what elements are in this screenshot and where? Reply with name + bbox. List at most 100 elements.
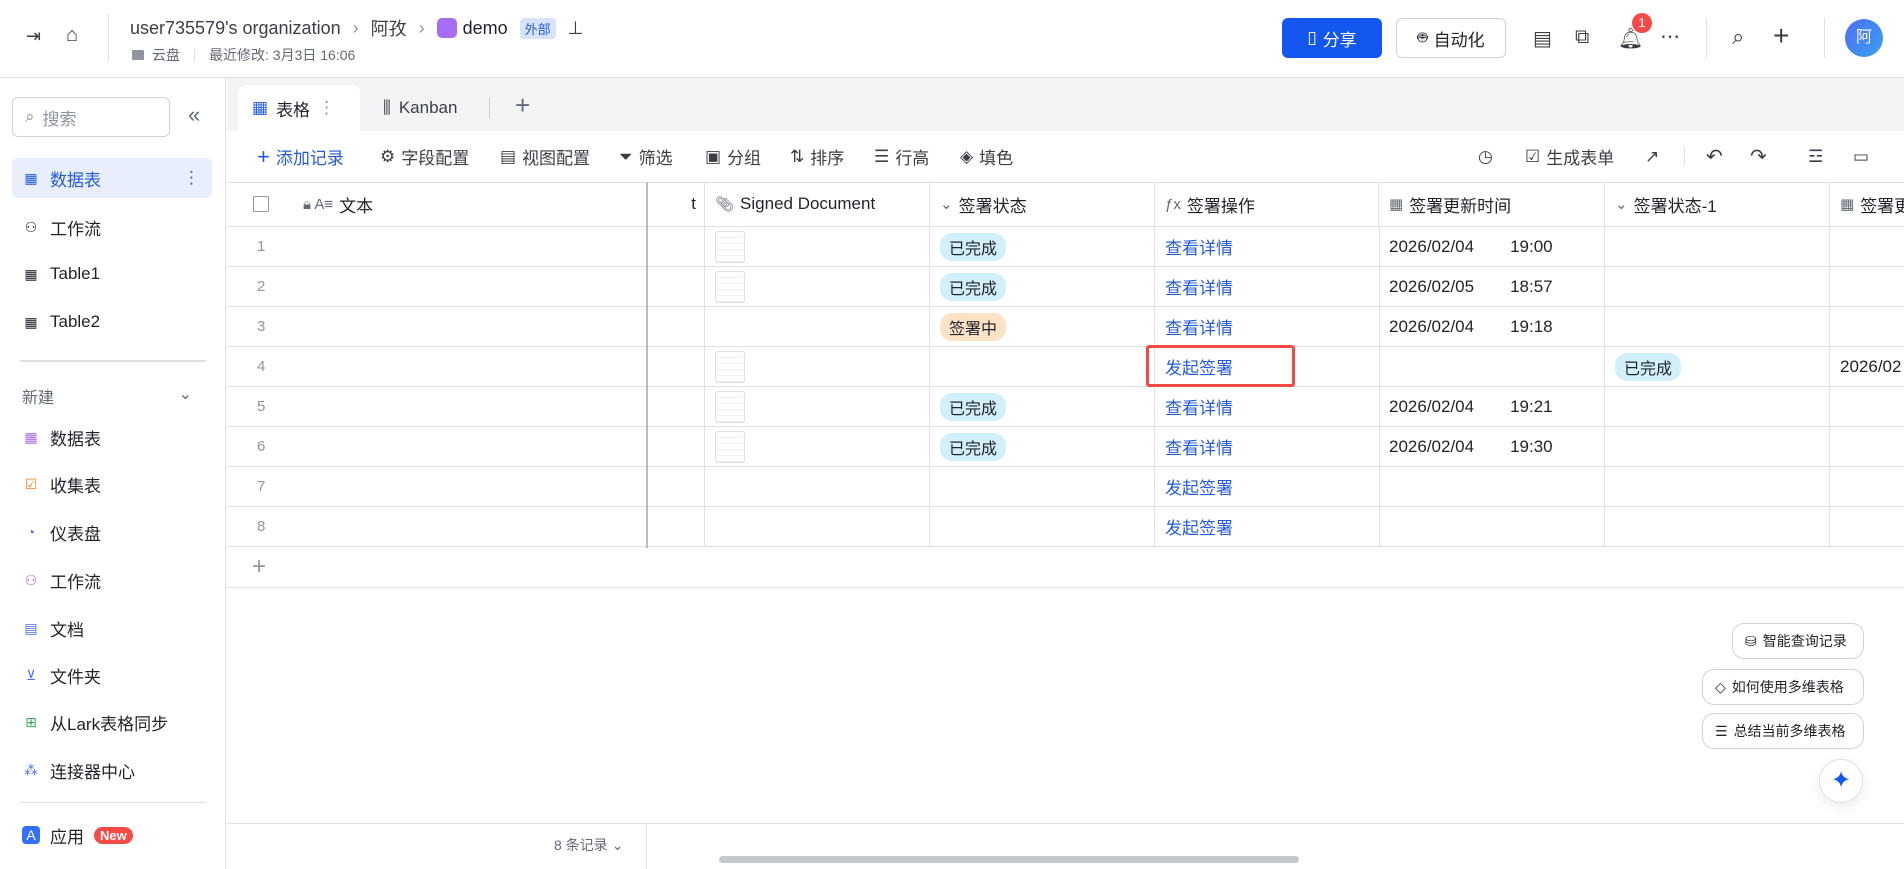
attachment-cell[interactable] <box>705 387 930 427</box>
hidden-col-cell[interactable] <box>647 507 705 547</box>
action-cell[interactable]: 查看详情 <box>1155 307 1380 347</box>
date-cell[interactable] <box>1379 347 1605 387</box>
generate-form-button[interactable]: ☑ 生成表单 <box>1525 131 1614 182</box>
new-folder[interactable]: ⊻ 文件夹 <box>12 655 212 695</box>
action-cell[interactable]: 发起签署 <box>1155 467 1380 507</box>
action-link[interactable]: 查看详情 <box>1165 314 1233 339</box>
hidden-col-cell[interactable] <box>647 467 705 507</box>
hidden-col-cell[interactable] <box>647 427 705 467</box>
tab-kanban[interactable]: ⫼ Kanban <box>383 85 457 131</box>
action-link[interactable]: 查看详情 <box>1165 274 1233 299</box>
search-icon[interactable]: ⌕ <box>1732 24 1744 50</box>
sidebar-item-table2[interactable]: ▦ Table2 <box>12 302 212 342</box>
hidden-col-cell[interactable] <box>647 307 705 347</box>
date2-cell[interactable] <box>1830 227 1904 267</box>
add-record-button[interactable]: + 添加记录 <box>257 131 344 182</box>
new-form[interactable]: ☑ 收集表 <box>12 464 212 504</box>
attachment-cell[interactable] <box>705 267 930 307</box>
sidebar-item-datatable[interactable]: ▦ 数据表 ⋮ <box>12 158 212 198</box>
status1-cell[interactable] <box>1605 227 1830 267</box>
action-cell[interactable]: 发起签署 <box>1155 507 1380 547</box>
column-header[interactable]: ⌄ 签署状态-1 <box>1605 182 1830 227</box>
share-button[interactable]: ▯ 分享 <box>1282 18 1382 58</box>
filter-button[interactable]: ⏷ 筛选 <box>619 131 673 182</box>
permission-lock-icon[interactable]: ▤ <box>1533 26 1552 51</box>
find-button[interactable]: ☲ <box>1808 131 1823 182</box>
date2-cell[interactable] <box>1830 427 1904 467</box>
action-link[interactable]: 发起签署 <box>1165 474 1233 499</box>
column-header[interactable]: ▦ 签署更新时间 <box>1379 182 1605 227</box>
apps-item[interactable]: A 应用 New <box>12 815 212 855</box>
plugin-icon[interactable]: ⧉ <box>1575 26 1589 49</box>
status-cell[interactable] <box>930 347 1155 387</box>
status-cell[interactable] <box>930 507 1155 547</box>
status-cell[interactable]: 已完成 <box>930 267 1155 307</box>
field-config-button[interactable]: ⚙ 字段配置 <box>380 131 469 182</box>
sidebar-item-table1[interactable]: ▦ Table1 <box>12 254 212 294</box>
attachment-cell[interactable] <box>705 227 930 267</box>
column-header[interactable]: ⌄ 签署状态 <box>930 182 1155 227</box>
date2-cell[interactable] <box>1830 467 1904 507</box>
hidden-col-cell[interactable] <box>647 227 705 267</box>
column-header[interactable]: t <box>647 182 705 227</box>
status1-cell[interactable] <box>1605 507 1830 547</box>
action-link[interactable]: 发起签署 <box>1165 514 1233 539</box>
attachment-cell[interactable] <box>705 347 930 387</box>
new-sync-lark-sheet[interactable]: ⊞ 从Lark表格同步 <box>12 702 212 742</box>
more-icon[interactable]: ⋯ <box>1660 24 1680 49</box>
new-doc[interactable]: ▤ 文档 <box>12 608 212 648</box>
sidebar-item-workflow[interactable]: ⚇ 工作流 <box>12 207 212 247</box>
date2-cell[interactable] <box>1830 387 1904 427</box>
date2-cell[interactable] <box>1830 507 1904 547</box>
add-view-icon[interactable]: + <box>515 90 530 121</box>
status1-cell[interactable] <box>1605 267 1830 307</box>
status-cell[interactable]: 已完成 <box>930 427 1155 467</box>
row-height-button[interactable]: ☰ 行高 <box>874 131 929 182</box>
add-row-button[interactable]: + <box>227 548 1904 588</box>
status1-cell[interactable] <box>1605 467 1830 507</box>
date-cell[interactable] <box>1379 507 1605 547</box>
status1-cell[interactable] <box>1605 427 1830 467</box>
attachment-cell[interactable] <box>705 427 930 467</box>
document-thumbnail[interactable] <box>715 430 745 463</box>
column-header[interactable]: ▦ 签署更 <box>1830 182 1904 227</box>
sort-button[interactable]: ⇅ 排序 <box>790 131 844 182</box>
new-datatable[interactable]: ▦ 数据表 <box>12 417 212 457</box>
document-thumbnail[interactable] <box>715 230 745 263</box>
hidden-col-cell[interactable] <box>647 387 705 427</box>
status1-cell[interactable] <box>1605 387 1830 427</box>
doc-title[interactable]: demo <box>463 18 508 39</box>
group-button[interactable]: ▣ 分组 <box>705 131 761 182</box>
new-workflow[interactable]: ⚇ 工作流 <box>12 560 212 600</box>
action-cell[interactable]: 查看详情 <box>1155 427 1380 467</box>
action-link[interactable]: 查看详情 <box>1165 234 1233 259</box>
ai-assistant-button[interactable]: ✦ <box>1819 759 1863 803</box>
automation-button[interactable]: 🤖︎ 自动化 <box>1396 18 1506 58</box>
status-cell[interactable]: 已完成 <box>930 227 1155 267</box>
attachment-cell[interactable] <box>705 507 930 547</box>
date-cell[interactable] <box>1379 467 1605 507</box>
tab-grid[interactable]: ▦ 表格 ⋮ <box>238 85 360 131</box>
status-cell[interactable] <box>930 467 1155 507</box>
plus-icon[interactable]: + <box>1773 20 1789 52</box>
comments-button[interactable]: ▭ <box>1853 131 1869 182</box>
location-label[interactable]: 云盘 <box>152 45 180 65</box>
expand-sidebar-icon[interactable]: ⇥ <box>26 26 41 47</box>
action-link[interactable]: 查看详情 <box>1165 394 1233 419</box>
document-thumbnail[interactable] <box>715 390 745 423</box>
status-cell[interactable]: 签署中 <box>930 307 1155 347</box>
column-header[interactable]: 📎︎ Signed Document <box>705 182 930 227</box>
date-cell[interactable]: 2026/02/04 19:00 <box>1379 227 1605 267</box>
smart-query-button[interactable]: ⛁ 智能查询记录 <box>1732 623 1864 659</box>
date2-cell[interactable]: 2026/02 <box>1830 347 1904 387</box>
attachment-cell[interactable] <box>705 307 930 347</box>
new-connector-center[interactable]: ⁂ 连接器中心 <box>12 750 212 790</box>
search-input[interactable]: ⌕ 搜索 <box>12 97 170 137</box>
summarize-button[interactable]: ☰ 总结当前多维表格 <box>1702 713 1864 749</box>
action-cell[interactable]: 查看详情 <box>1155 227 1380 267</box>
record-count[interactable]: 8 条记录 ⌄ <box>554 835 623 855</box>
horizontal-scrollbar[interactable] <box>719 856 1299 863</box>
column-header[interactable]: ƒx 签署操作 <box>1155 182 1379 227</box>
date-cell[interactable]: 2026/02/04 19:30 <box>1379 427 1605 467</box>
view-config-button[interactable]: ▤ 视图配置 <box>500 131 590 182</box>
